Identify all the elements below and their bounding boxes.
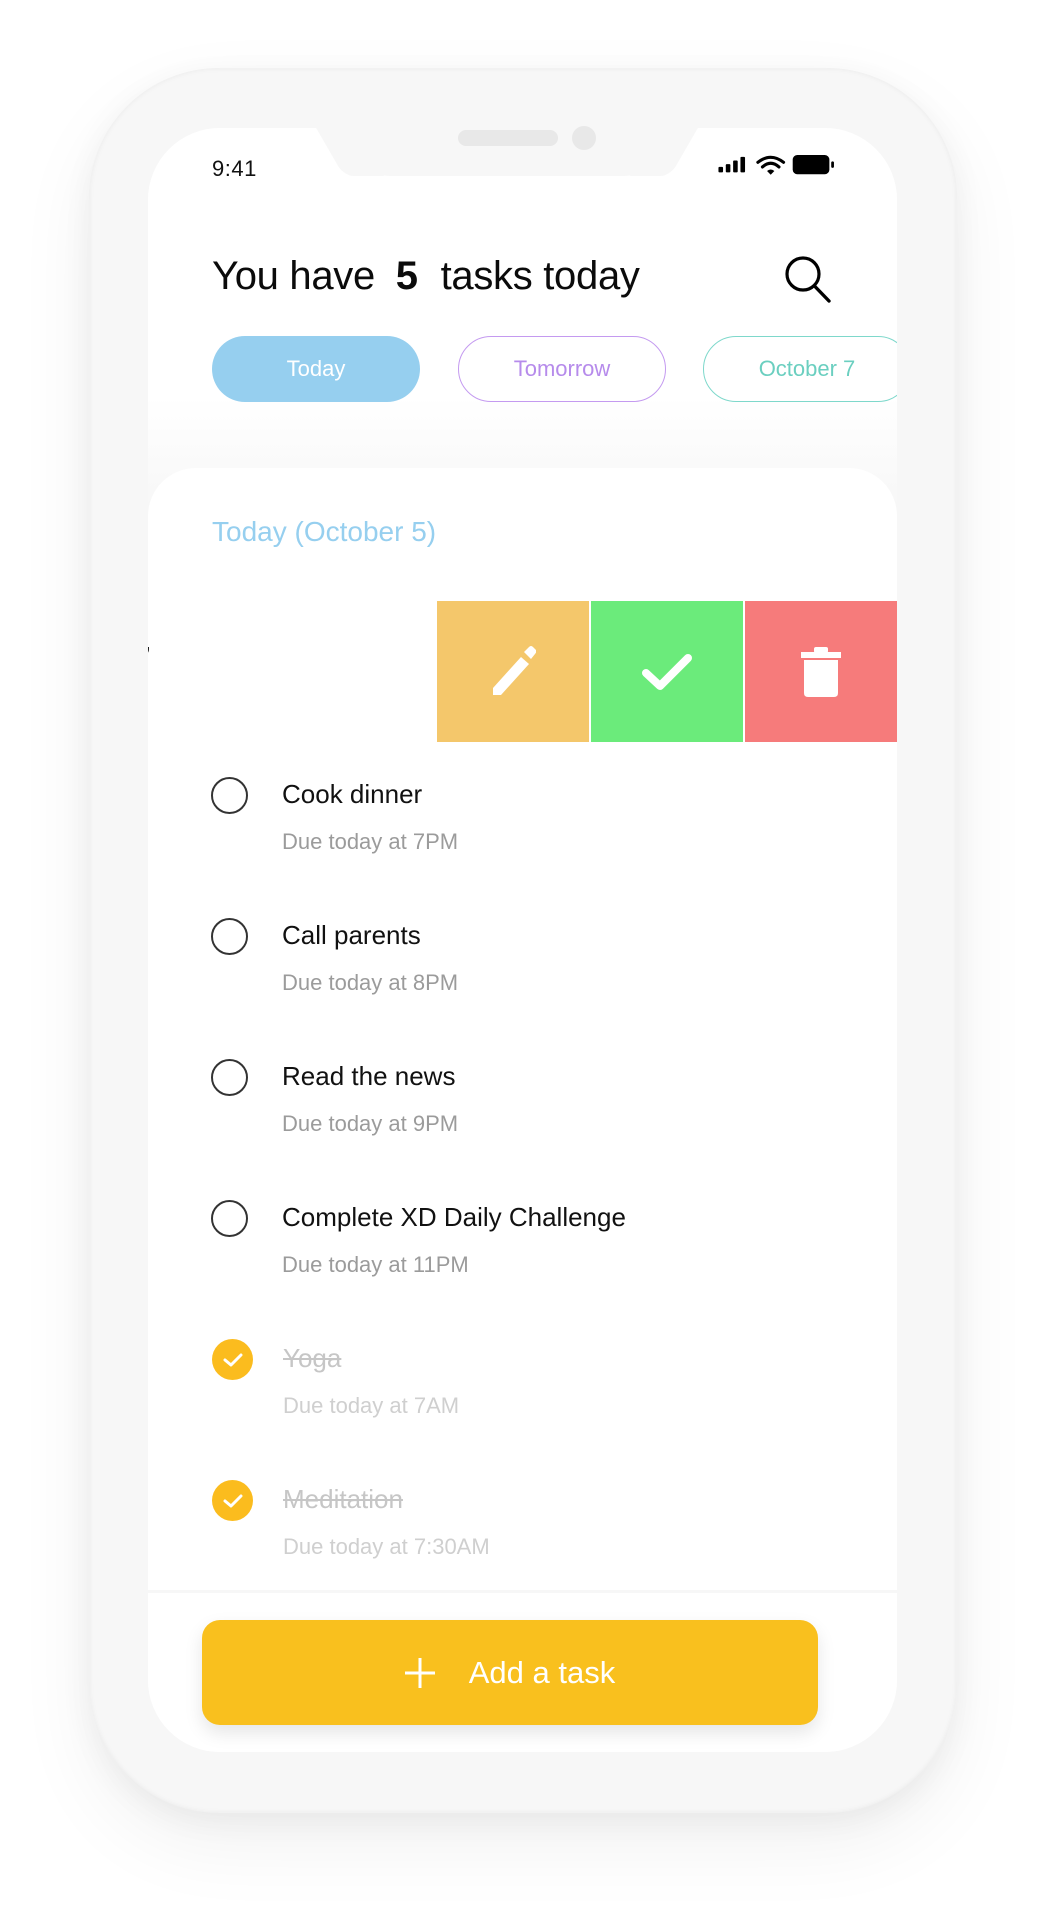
status-icons xyxy=(718,155,834,175)
edit-task-button[interactable] xyxy=(437,601,589,742)
complete-task-button[interactable] xyxy=(591,601,743,742)
task-title: Read the news xyxy=(282,1061,456,1091)
tab-today-label: Today xyxy=(286,356,346,381)
tab-october-7[interactable]: October 7 xyxy=(703,336,897,402)
task-checkbox-checked[interactable] xyxy=(212,1339,253,1380)
task-title: Yoga xyxy=(283,1343,342,1373)
plus-icon xyxy=(404,1657,435,1688)
task-row[interactable]: Complete XD Daily Challenge Due today at… xyxy=(148,1200,897,1320)
task-due: Due today at 11PM xyxy=(282,1252,469,1277)
check-icon xyxy=(223,1494,242,1507)
title-suffix: tasks today xyxy=(440,254,640,298)
task-row-completed[interactable]: Meditation Due today at 7:30AM xyxy=(148,1480,897,1602)
status-time: 9:41 xyxy=(212,156,257,181)
add-task-label: Add a task xyxy=(468,1654,616,1690)
task-title: Cook dinner xyxy=(282,779,423,809)
task-count: 5 xyxy=(395,254,418,298)
delete-task-button[interactable] xyxy=(745,601,897,742)
task-due: Due today at 7:30AM xyxy=(283,1534,490,1559)
task-row[interactable]: Read the news Due today at 9PM xyxy=(148,1059,897,1179)
task-checkbox[interactable] xyxy=(211,1200,248,1237)
tab-tomorrow-label: Tomorrow xyxy=(513,356,611,381)
task-checkbox[interactable] xyxy=(211,777,248,814)
task-due: Due today at 8PM xyxy=(282,970,459,995)
phone-camera xyxy=(572,126,596,150)
app-screen: 9:41 You have 5 tasks today Today Tomorr… xyxy=(148,128,897,1752)
title-prefix: You have xyxy=(212,254,375,298)
task-checkbox[interactable] xyxy=(211,918,248,955)
task-title: Complete XD Daily Challenge xyxy=(282,1202,626,1232)
list-divider xyxy=(148,1590,897,1593)
tab-tomorrow[interactable]: Tomorrow xyxy=(458,336,666,402)
wifi-icon xyxy=(756,155,786,175)
check-icon xyxy=(642,653,692,690)
section-title: Today (October 5) xyxy=(212,516,437,547)
task-checkbox[interactable] xyxy=(211,1059,248,1096)
task-title: Call parents xyxy=(282,920,421,950)
task-row[interactable]: Cook dinner Due today at 7PM xyxy=(148,777,897,897)
search-icon xyxy=(785,256,831,303)
signal-icon xyxy=(718,156,746,173)
pencil-icon xyxy=(493,645,536,695)
check-icon xyxy=(223,1353,242,1366)
task-due: Due today at 7AM xyxy=(283,1393,460,1418)
add-task-button[interactable]: Add a task xyxy=(202,1620,818,1725)
search-button[interactable] xyxy=(782,254,834,304)
tab-october-7-label: October 7 xyxy=(758,356,856,381)
battery-icon xyxy=(792,155,834,175)
task-due: Due today at 7PM xyxy=(282,829,459,854)
task-due: Due today at 9PM xyxy=(282,1111,459,1136)
page-title: You have 5 tasks today xyxy=(212,254,640,299)
phone-speaker xyxy=(458,130,558,146)
tab-today[interactable]: Today xyxy=(212,336,420,402)
swiped-task-title: ink” xyxy=(148,641,150,672)
task-checkbox-checked[interactable] xyxy=(212,1480,253,1521)
task-title: Meditation xyxy=(283,1484,403,1514)
task-row[interactable]: Call parents Due today at 8PM xyxy=(148,918,897,1038)
task-row-completed[interactable]: Yoga Due today at 7AM xyxy=(148,1339,897,1461)
trash-icon xyxy=(801,646,841,697)
